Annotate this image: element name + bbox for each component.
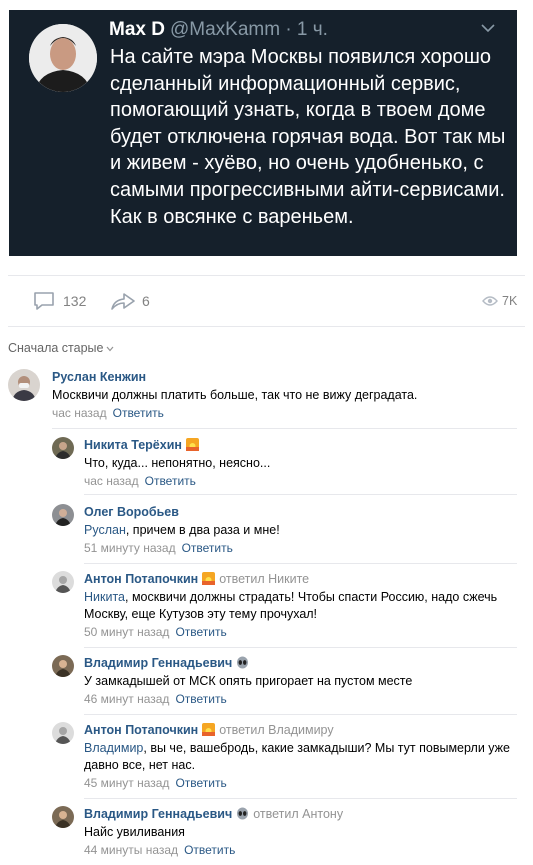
comment-text: Что, куда... непонятно, неясно... xyxy=(84,455,523,472)
comment-time[interactable]: час назад xyxy=(84,474,139,488)
shares-count: 6 xyxy=(142,293,150,309)
author-name[interactable]: Владимир Геннадьевич xyxy=(84,807,232,821)
comment-time[interactable]: час назад xyxy=(52,406,107,420)
addressee-link[interactable]: Никита xyxy=(84,590,125,604)
reply-button[interactable]: Ответить xyxy=(175,692,226,706)
divider xyxy=(52,428,517,429)
reply-to-label[interactable]: ответил Никите xyxy=(219,572,309,586)
divider xyxy=(8,326,525,327)
chevron-down-icon xyxy=(481,24,495,33)
avatar[interactable] xyxy=(52,806,74,828)
author-name[interactable]: Никита Терёхин xyxy=(84,438,182,452)
divider xyxy=(84,494,517,495)
tweet-time: · 1 ч. xyxy=(285,19,328,40)
comment-time[interactable]: 45 минут назад xyxy=(84,776,169,790)
tweet-avatar xyxy=(29,24,97,92)
author-name[interactable]: Антон Потапочкин xyxy=(84,572,198,586)
reply-button[interactable]: Ответить xyxy=(182,541,233,555)
comment-meta: 44 минуты назад Ответить xyxy=(84,842,523,858)
comment-author: Владимир Геннадьевич ответил Антону xyxy=(84,806,523,822)
sunset-emoji-icon xyxy=(185,438,199,451)
avatar[interactable] xyxy=(8,369,40,401)
author-name[interactable]: Руслан Кенжин xyxy=(52,370,146,384)
comment-meta: час назад Ответить xyxy=(52,405,523,421)
reply-button[interactable]: Ответить xyxy=(113,406,164,420)
comment-time[interactable]: 51 минуту назад xyxy=(84,541,176,555)
addressee-link[interactable]: Владимир xyxy=(84,741,143,755)
comment-meta: 45 минут назад Ответить xyxy=(84,775,523,791)
tweet-author-handle: @MaxKamm xyxy=(169,19,281,40)
comment-meta: 51 минуту назад Ответить xyxy=(84,540,523,556)
tweet-author-name: Max D xyxy=(109,19,165,40)
comment-author: Антон Потапочкин ответил Никите xyxy=(84,571,523,587)
comment-meta: 46 минут назад Ответить xyxy=(84,691,523,707)
share-button[interactable]: 6 xyxy=(110,286,150,316)
comment-body: , вы че, вашебродь, какие замкадыши? Мы … xyxy=(84,741,510,772)
sort-dropdown[interactable]: Сначала старые xyxy=(8,341,114,355)
comment-time[interactable]: 50 минут назад xyxy=(84,625,169,639)
divider xyxy=(8,275,525,276)
comment-author: Владимир Геннадьевич xyxy=(84,655,523,671)
divider xyxy=(84,798,517,799)
comment-text: Руслан, причем в два раза и мне! xyxy=(84,522,523,539)
comments-button[interactable]: 132 xyxy=(33,286,86,316)
reply-button[interactable]: Ответить xyxy=(184,843,235,857)
addressee-link[interactable]: Руслан xyxy=(84,523,126,537)
comment-icon xyxy=(34,292,54,310)
reply-to-label[interactable]: ответил Владимиру xyxy=(219,723,333,737)
comment-time[interactable]: 44 минуты назад xyxy=(84,843,178,857)
comment-body: Найс увиливания xyxy=(84,825,185,839)
reply-to-label[interactable]: ответил Антону xyxy=(253,807,343,821)
tweet-text: На сайте мэра Москвы появился хорошо сде… xyxy=(110,46,506,228)
comment-author: Антон Потапочкин ответил Владимиру xyxy=(84,722,523,738)
comment-text: Никита, москвичи должны страдать! Чтобы … xyxy=(84,589,523,623)
alien-emoji-icon xyxy=(237,807,249,820)
author-name[interactable]: Антон Потапочкин xyxy=(84,723,198,737)
reply-button[interactable]: Ответить xyxy=(145,474,196,488)
comment-author: Олег Воробьев xyxy=(84,504,523,520)
comment-author: Никита Терёхин xyxy=(84,437,523,453)
tweet-header: Max D @MaxKamm · 1 ч. xyxy=(109,19,328,41)
alien-emoji-icon xyxy=(237,656,249,669)
reply-button[interactable]: Ответить xyxy=(175,776,226,790)
sunset-emoji-icon xyxy=(202,723,216,736)
comment-body: Что, куда... непонятно, неясно... xyxy=(84,456,271,470)
comment-body: , причем в два раза и мне! xyxy=(125,523,280,537)
views-count: 7K xyxy=(502,294,518,308)
comment-body: Москвичи должны платить больше, так что … xyxy=(52,388,418,402)
author-name[interactable]: Олег Воробьев xyxy=(84,505,179,519)
divider xyxy=(84,563,517,564)
author-name[interactable]: Владимир Геннадьевич xyxy=(84,656,232,670)
tweet-image: Max D @MaxKamm · 1 ч. На сайте мэра Москв… xyxy=(9,10,517,256)
post-actions: 132 6 7K xyxy=(0,286,533,316)
comment-time[interactable]: 46 минут назад xyxy=(84,692,169,706)
avatar[interactable] xyxy=(52,722,74,744)
comments-count: 132 xyxy=(63,293,87,309)
reply-button[interactable]: Ответить xyxy=(175,625,226,639)
comment-meta: час назад Ответить xyxy=(84,473,523,489)
comment-author: Руслан Кенжин xyxy=(52,369,523,385)
eye-icon xyxy=(482,296,498,306)
views-counter: 7K xyxy=(482,286,517,316)
chevron-down-icon xyxy=(107,346,114,352)
comment-body: У замкадышей от МСК опять пригорает на п… xyxy=(84,674,413,688)
share-icon xyxy=(111,293,135,310)
avatar[interactable] xyxy=(52,571,74,593)
comment-text: У замкадышей от МСК опять пригорает на п… xyxy=(84,673,523,690)
comment-text: Найс увиливания xyxy=(84,824,523,841)
comment-text: Владимир, вы че, вашебродь, какие замкад… xyxy=(84,740,523,774)
comment-body: , москвичи должны страдать! Чтобы спасти… xyxy=(84,590,498,621)
avatar[interactable] xyxy=(52,504,74,526)
comment-meta: 50 минут назад Ответить xyxy=(84,624,523,640)
comment-text: Москвичи должны платить больше, так что … xyxy=(52,387,523,404)
divider xyxy=(84,647,517,648)
sort-label: Сначала старые xyxy=(8,341,104,355)
avatar[interactable] xyxy=(52,437,74,459)
avatar[interactable] xyxy=(52,655,74,677)
divider xyxy=(84,714,517,715)
sunset-emoji-icon xyxy=(202,572,216,585)
